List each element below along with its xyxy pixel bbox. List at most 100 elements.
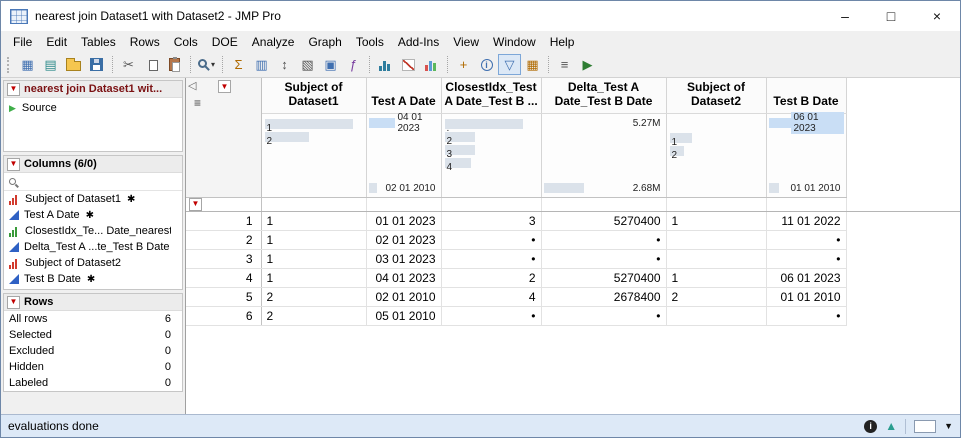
menu-rows[interactable]: Rows <box>123 33 167 51</box>
header-graph-delta[interactable]: 5.27M 2.68M <box>541 113 666 197</box>
cell-subject-dataset2[interactable]: 2 <box>666 287 766 306</box>
column-header-closestidx[interactable]: ClosestIdx_Test A Date_Test B ... <box>441 78 541 113</box>
menu-cols[interactable]: Cols <box>167 33 205 51</box>
column-item-test-b-date[interactable]: Test B Date ✱ <box>4 271 182 287</box>
row-number[interactable]: 4 <box>186 268 261 287</box>
rows-red-triangle-button[interactable]: ▼ <box>7 296 20 309</box>
cell-subject-dataset1[interactable]: 1 <box>261 230 366 249</box>
cell-test-b-date[interactable]: • <box>766 306 846 325</box>
histogram-bar[interactable] <box>445 119 523 129</box>
source-script-item[interactable]: ▶ Source <box>4 98 182 118</box>
column-header-test-b-date[interactable]: Test B Date <box>766 78 846 113</box>
caret-down-icon[interactable]: ▼ <box>944 421 953 431</box>
column-header-subject-dataset1[interactable]: Subject of Dataset1 <box>261 78 366 113</box>
cell-test-a-date[interactable]: 05 01 2010 <box>366 306 441 325</box>
cell-test-a-date[interactable]: 01 01 2023 <box>366 211 441 230</box>
highlight-bar[interactable] <box>769 118 791 128</box>
toolbar-grip[interactable] <box>7 57 11 73</box>
menu-edit[interactable]: Edit <box>39 33 74 51</box>
search-dropdown-caret-icon[interactable]: ▾ <box>211 60 215 69</box>
script-button[interactable]: ≡ <box>553 54 576 75</box>
columns-search-input[interactable] <box>20 175 177 188</box>
column-header-delta[interactable]: Delta_Test A Date_Test B Date <box>541 78 666 113</box>
summary-button[interactable]: Σ <box>227 54 250 75</box>
menu-tools[interactable]: Tools <box>349 33 391 51</box>
cell-test-b-date[interactable]: 06 01 2023 <box>766 268 846 287</box>
cell-test-b-date[interactable]: • <box>766 249 846 268</box>
cell-test-b-date[interactable]: • <box>766 230 846 249</box>
collapse-panels-button[interactable]: ◁ <box>188 79 196 92</box>
stat-all-rows[interactable]: All rows6 <box>4 311 182 327</box>
cell-delta[interactable]: 5270400 <box>541 268 666 287</box>
row-number[interactable]: 2 <box>186 230 261 249</box>
table-red-triangle-button[interactable]: ▼ <box>7 83 20 96</box>
cell-subject-dataset1[interactable]: 1 <box>261 249 366 268</box>
cell-test-b-date[interactable]: 11 01 2022 <box>766 211 846 230</box>
sort-button[interactable]: ↕ <box>273 54 296 75</box>
cell-test-a-date[interactable]: 04 01 2023 <box>366 268 441 287</box>
stat-labeled[interactable]: Labeled0 <box>4 375 182 391</box>
paste-button[interactable] <box>163 54 186 75</box>
histogram-bar[interactable] <box>265 119 353 129</box>
stat-selected[interactable]: Selected0 <box>4 327 182 343</box>
run-script-button[interactable]: ▶ <box>576 54 599 75</box>
rows-menu-button[interactable]: ▼ <box>189 198 202 211</box>
cell-subject-dataset2[interactable]: 1 <box>666 268 766 287</box>
cell-delta[interactable]: 5270400 <box>541 211 666 230</box>
table-menu-button[interactable]: ▼ <box>218 80 231 93</box>
cell-subject-dataset2[interactable] <box>666 230 766 249</box>
highlight-bar[interactable] <box>369 118 395 128</box>
cell-subject-dataset2[interactable] <box>666 306 766 325</box>
menu-help[interactable]: Help <box>543 33 582 51</box>
menu-window[interactable]: Window <box>486 33 543 51</box>
row-number[interactable]: 3 <box>186 249 261 268</box>
row-number[interactable]: 1 <box>186 211 261 230</box>
column-item-closestidx[interactable]: ClosestIdx_Te... Date_nearest <box>4 223 182 239</box>
transpose-button[interactable]: ▧ <box>296 54 319 75</box>
column-item-subject-dataset1[interactable]: Subject of Dataset1 ✱ <box>4 191 182 207</box>
maximize-button[interactable]: □ <box>868 1 914 31</box>
cell-subject-dataset2[interactable]: 1 <box>666 211 766 230</box>
column-item-subject-dataset2[interactable]: Subject of Dataset2 <box>4 255 182 271</box>
cut-button[interactable]: ✂ <box>117 54 140 75</box>
cell-test-b-date[interactable]: 01 01 2010 <box>766 287 846 306</box>
save-button[interactable] <box>85 54 108 75</box>
cell-delta[interactable]: • <box>541 306 666 325</box>
cell-delta[interactable]: 2678400 <box>541 287 666 306</box>
menu-analyze[interactable]: Analyze <box>245 33 302 51</box>
header-graph-test-a-date[interactable]: 04 01 2023 02 01 2010 <box>366 113 441 197</box>
cell-subject-dataset1[interactable]: 2 <box>261 287 366 306</box>
menu-graph[interactable]: Graph <box>301 33 348 51</box>
cell-closestidx[interactable]: 3 <box>441 211 541 230</box>
menu-file[interactable]: File <box>6 33 39 51</box>
menu-view[interactable]: View <box>446 33 486 51</box>
minimize-button[interactable]: – <box>822 1 868 31</box>
status-indicator-box[interactable] <box>914 420 936 433</box>
up-arrow-icon[interactable]: ▲ <box>885 420 897 432</box>
row-number[interactable]: 5 <box>186 287 261 306</box>
header-graph-subject-dataset1[interactable]: 1 2 <box>261 113 366 197</box>
close-button[interactable]: × <box>914 1 960 31</box>
header-graph-subject-dataset2[interactable]: 1 2 <box>666 113 766 197</box>
cell-closestidx[interactable]: • <box>441 230 541 249</box>
cell-subject-dataset1[interactable]: 1 <box>261 268 366 287</box>
histogram-bar[interactable] <box>769 183 779 193</box>
cell-test-a-date[interactable]: 02 01 2010 <box>366 287 441 306</box>
open-button[interactable] <box>62 54 85 75</box>
cell-closestidx[interactable]: 4 <box>441 287 541 306</box>
search-button[interactable]: ▾ <box>195 54 218 75</box>
stat-hidden[interactable]: Hidden0 <box>4 359 182 375</box>
row-number[interactable]: 6 <box>186 306 261 325</box>
cell-subject-dataset1[interactable]: 2 <box>261 306 366 325</box>
cell-subject-dataset1[interactable]: 1 <box>261 211 366 230</box>
stat-excluded[interactable]: Excluded0 <box>4 343 182 359</box>
distribution-button[interactable] <box>374 54 397 75</box>
tabulate-button[interactable]: ▦ <box>521 54 544 75</box>
formula-button[interactable]: ƒ <box>342 54 365 75</box>
cell-subject-dataset2[interactable] <box>666 249 766 268</box>
header-graph-test-b-date[interactable]: 06 01 2023 01 01 2010 <box>766 113 846 197</box>
header-graph-closestidx[interactable]: . 2 3 4 <box>441 113 541 197</box>
graph-builder-button[interactable] <box>420 54 443 75</box>
cell-delta[interactable]: • <box>541 249 666 268</box>
histogram-bar[interactable] <box>369 183 377 193</box>
